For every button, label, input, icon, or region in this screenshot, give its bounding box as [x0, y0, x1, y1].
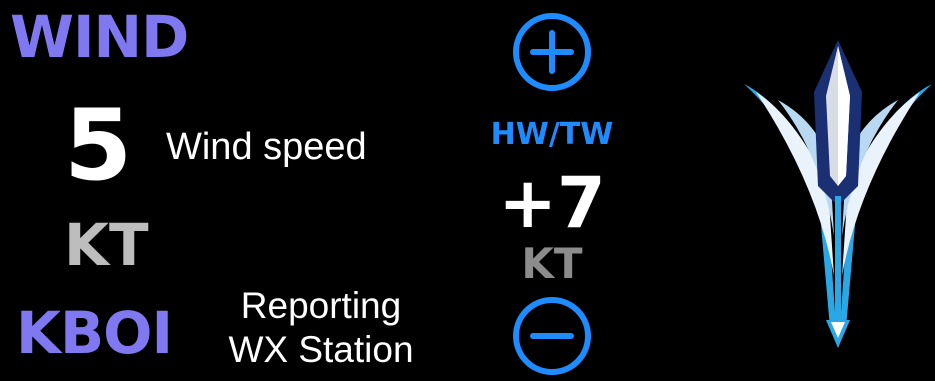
station-caption-line-1: Reporting — [240, 285, 402, 326]
increase-button[interactable] — [513, 13, 591, 91]
station-caption-line-2: WX Station — [228, 329, 414, 370]
minus-icon — [530, 333, 574, 339]
wind-speed-value: 5 — [64, 89, 133, 203]
wind-speed-caption: Wind speed — [166, 126, 367, 168]
decrease-button[interactable] — [513, 297, 591, 375]
hw-tw-value: +7 — [498, 162, 606, 244]
station-caption: Reporting WX Station — [216, 284, 426, 372]
hw-tw-label: HW/TW — [490, 117, 614, 152]
hw-tw-unit: KT — [521, 239, 583, 288]
wind-speed-unit: KT — [64, 211, 149, 279]
wind-direction-arrow-icon — [744, 40, 932, 348]
wind-title: WIND — [10, 3, 189, 71]
station-id: KBOI — [16, 299, 173, 367]
plus-icon — [530, 30, 574, 74]
